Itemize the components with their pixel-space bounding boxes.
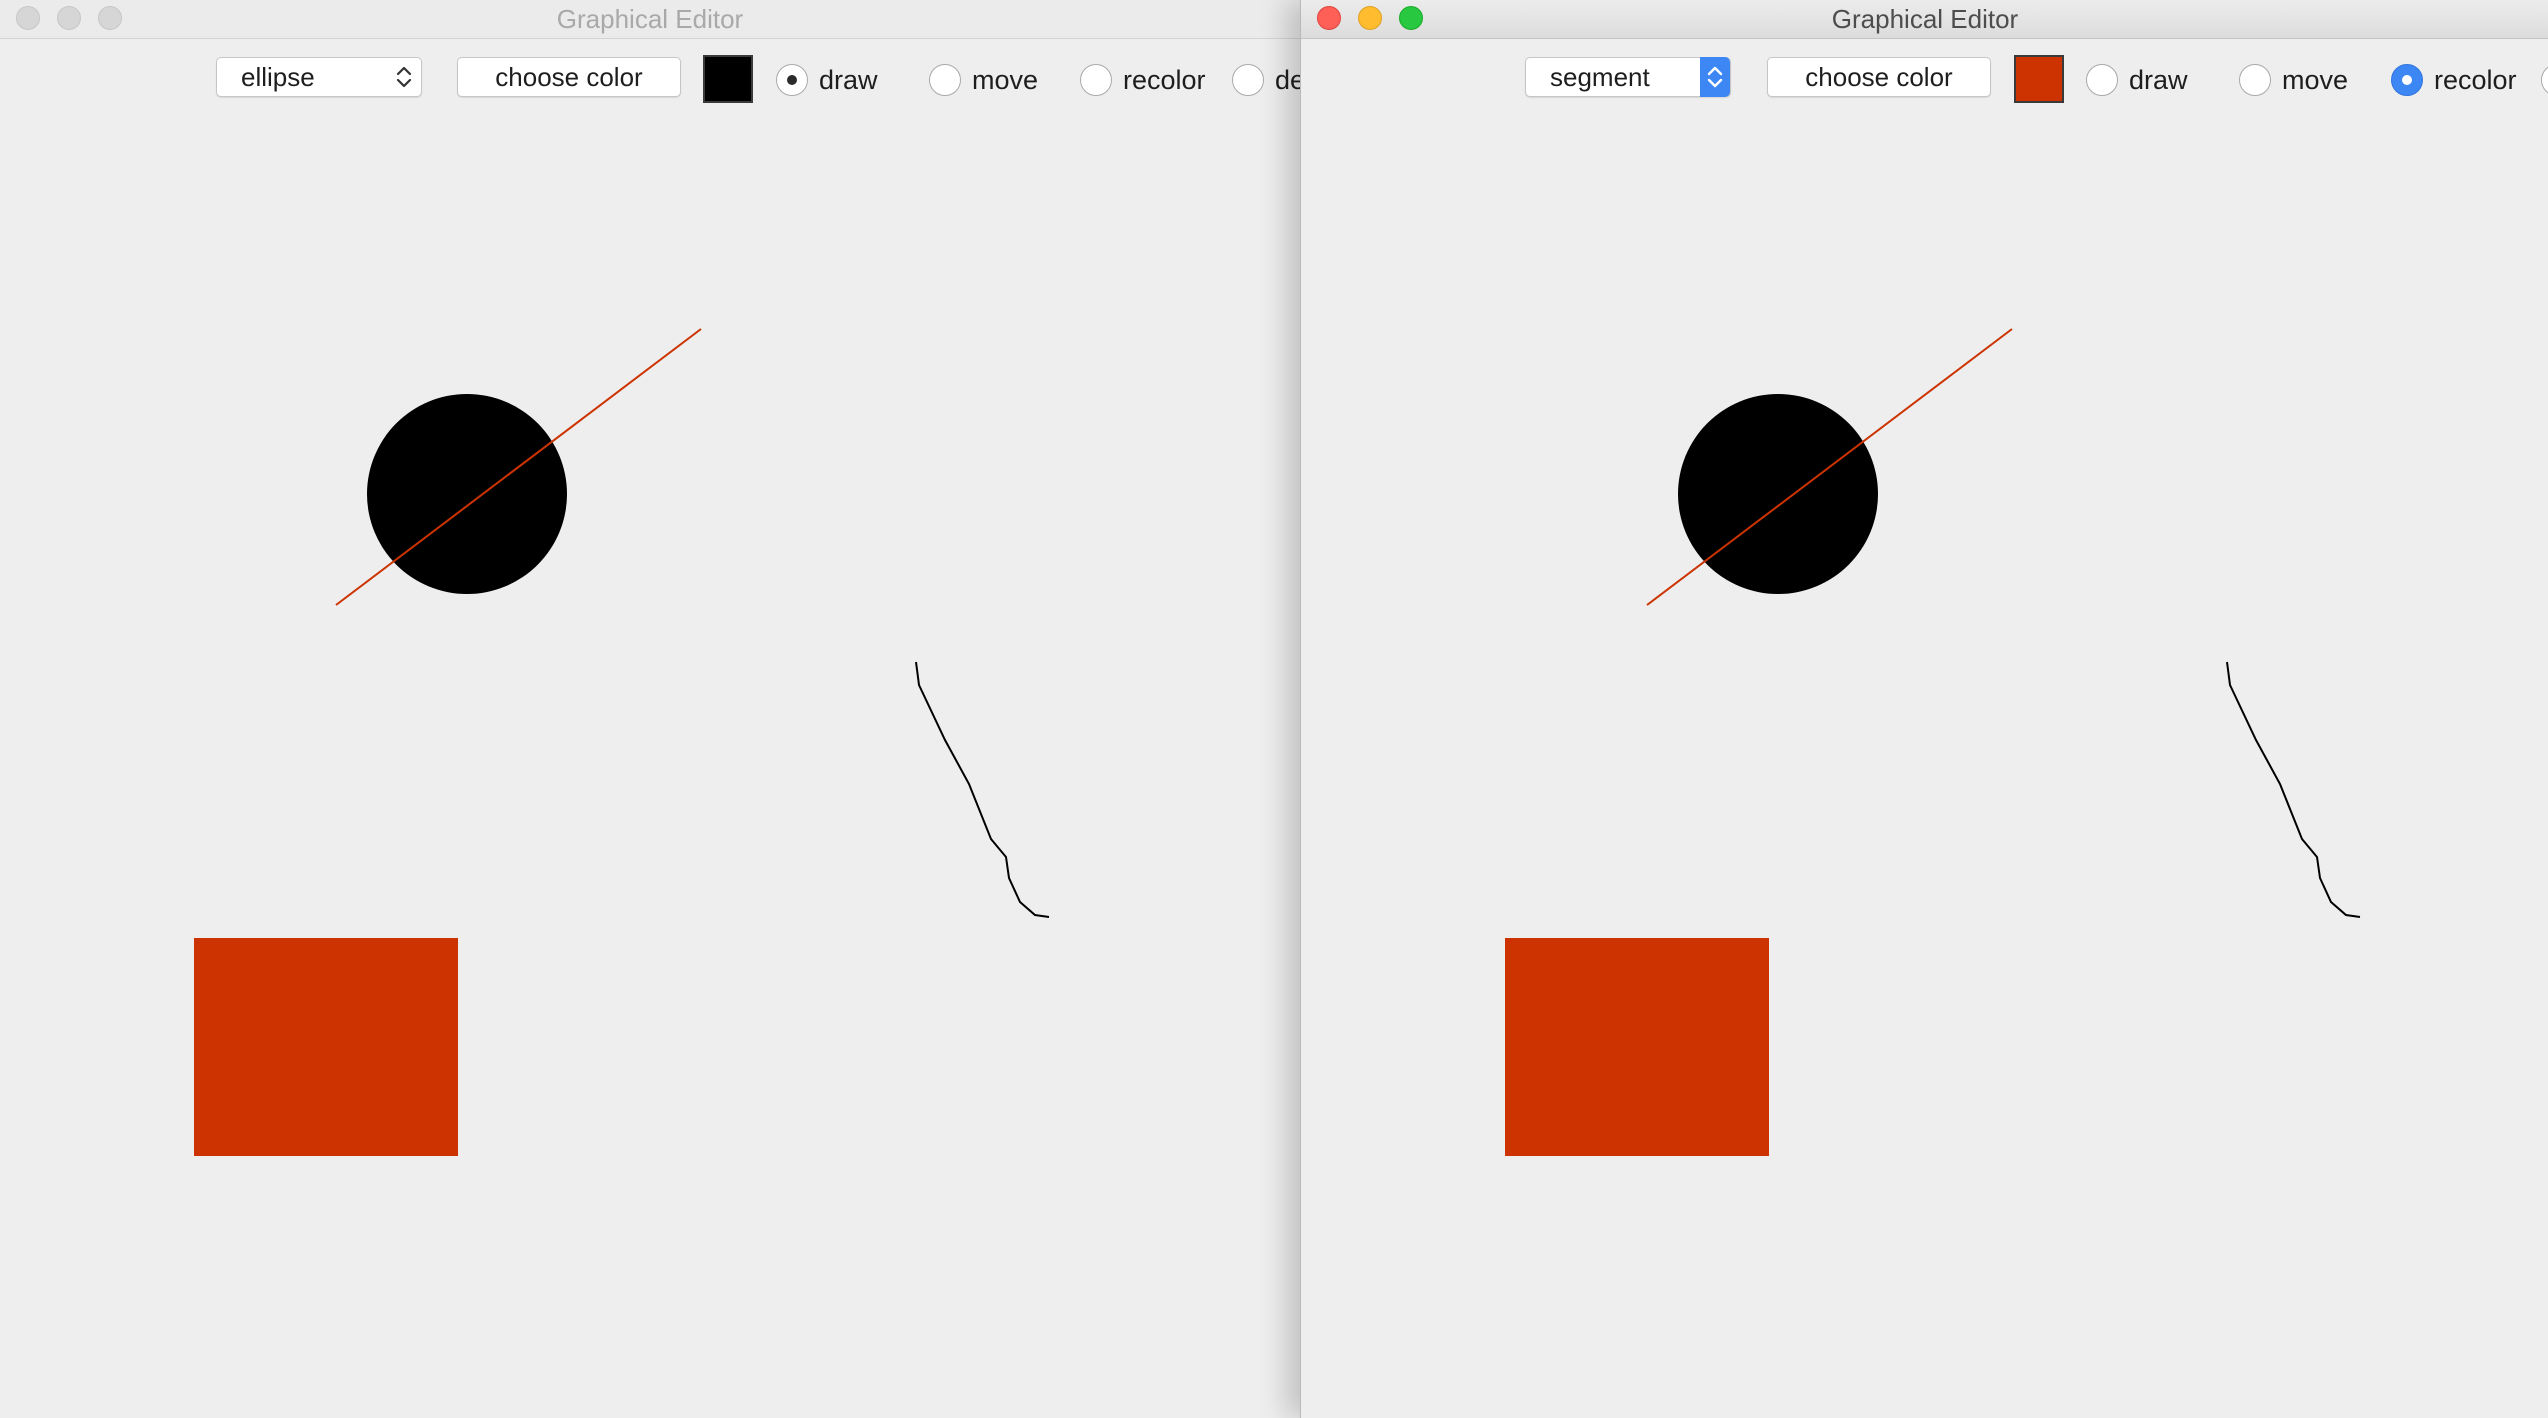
toolbar: segment choose color draw move recolor <box>1301 38 2548 122</box>
mode-label: draw <box>819 65 878 95</box>
current-color-swatch <box>703 55 753 103</box>
radio-button-icon[interactable] <box>2391 64 2423 96</box>
title-bar[interactable]: Graphical Editor <box>1301 0 2548 39</box>
radio-button-icon[interactable] <box>2239 64 2271 96</box>
window-title: Graphical Editor <box>556 4 744 34</box>
mode-label: de <box>1275 65 1300 95</box>
shape-type-value: ellipse <box>241 62 315 92</box>
mode-label: draw <box>2129 65 2188 95</box>
shape-rectangle[interactable] <box>1505 938 1769 1156</box>
chevron-up-down-icon <box>1700 57 1730 97</box>
desktop: Graphical Editor ellipse choose color dr… <box>0 0 2548 1418</box>
radio-button-icon[interactable] <box>1080 64 1112 96</box>
radio-button-icon[interactable] <box>929 64 961 96</box>
shape-ellipse[interactable] <box>1678 394 1878 594</box>
shape-rectangle[interactable] <box>194 938 458 1156</box>
drawing-canvas[interactable] <box>1301 122 2548 1418</box>
window-title: Graphical Editor <box>1831 4 2019 34</box>
title-bar[interactable]: Graphical Editor <box>0 0 1300 39</box>
canvas-drawing <box>1505 328 2361 1156</box>
mode-label: recolor <box>2434 65 2517 95</box>
radio-button-icon[interactable] <box>2541 64 2548 96</box>
drawing-canvas[interactable] <box>0 122 1300 1418</box>
canvas-drawing <box>194 328 1050 1156</box>
toolbar: ellipse choose color draw move recolor d… <box>0 38 1300 122</box>
mode-label: move <box>972 65 1039 95</box>
chevron-up-down-icon <box>393 61 415 93</box>
shape-freehand[interactable] <box>915 661 1050 918</box>
editor-window-right: Graphical Editor segment choose color dr… <box>1300 0 2548 1418</box>
radio-button-icon[interactable] <box>776 64 808 96</box>
mode-label: recolor <box>1123 65 1206 95</box>
shape-type-value: segment <box>1550 62 1650 92</box>
choose-color-button[interactable]: choose color <box>457 57 681 97</box>
current-color-swatch <box>2014 55 2064 103</box>
choose-color-button[interactable]: choose color <box>1767 57 1991 97</box>
radio-button-icon[interactable] <box>1232 64 1264 96</box>
mode-label: move <box>2282 65 2349 95</box>
shape-type-select[interactable]: segment <box>1525 57 1731 97</box>
radio-button-icon[interactable] <box>2086 64 2118 96</box>
editor-window-left: Graphical Editor ellipse choose color dr… <box>0 0 1300 1418</box>
shape-ellipse[interactable] <box>367 394 567 594</box>
shape-freehand[interactable] <box>2226 661 2361 918</box>
shape-type-select[interactable]: ellipse <box>216 57 422 97</box>
